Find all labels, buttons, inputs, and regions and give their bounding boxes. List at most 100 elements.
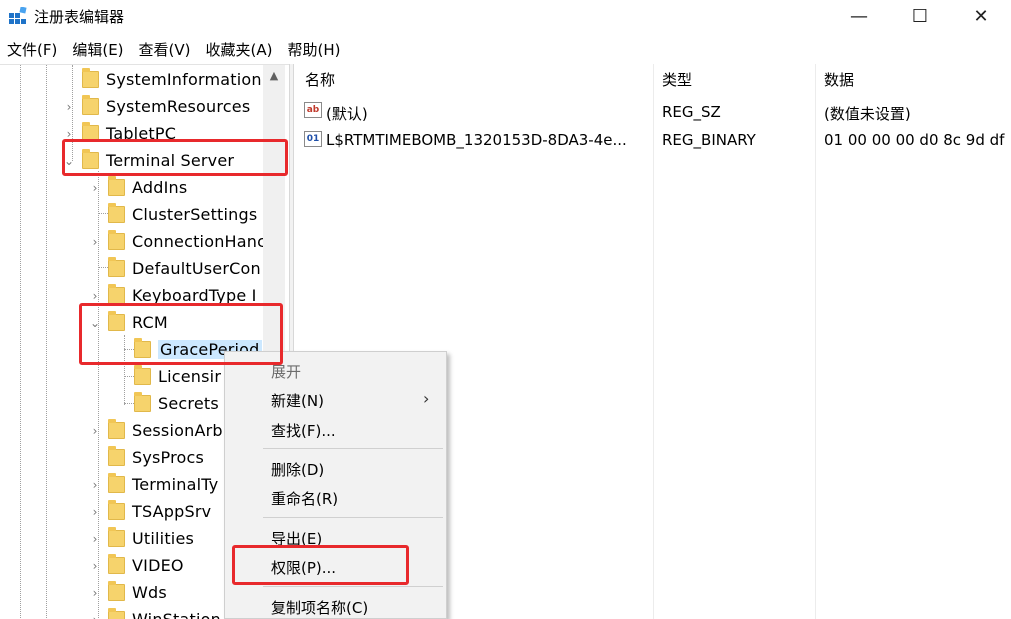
title-bar: 注册表编辑器 — ☐ ✕ — [0, 0, 1011, 34]
binary-value-icon: 01 — [304, 131, 322, 147]
tree-guide-line — [20, 65, 21, 619]
tree-item[interactable]: › Utilities — [88, 525, 194, 552]
tree-item-label: WinStation — [132, 610, 221, 619]
expander-icon[interactable]: › — [88, 424, 102, 438]
column-header-data[interactable]: 数据 — [824, 69, 854, 90]
close-button[interactable]: ✕ — [952, 0, 1010, 32]
folder-icon — [82, 68, 99, 88]
folder-icon — [82, 95, 99, 115]
menu-separator — [263, 586, 443, 587]
menu-file[interactable]: 文件(F) — [0, 36, 65, 62]
folder-icon — [134, 392, 151, 412]
string-value-icon: ab — [304, 102, 322, 118]
tree-item[interactable]: › VIDEO — [88, 552, 184, 579]
tree-item-label: TerminalTy — [132, 475, 219, 494]
menu-help[interactable]: 帮助(H) — [280, 36, 348, 62]
tree-item[interactable]: › SystemResources — [62, 93, 250, 120]
menu-item-new[interactable]: 新建(N) — [271, 390, 324, 411]
expander-icon[interactable]: › — [88, 586, 102, 600]
column-divider[interactable] — [815, 64, 816, 619]
folder-icon — [108, 527, 125, 547]
maximize-button[interactable]: ☐ — [891, 0, 949, 32]
chevron-right-icon: › — [423, 389, 430, 408]
folder-icon — [134, 365, 151, 385]
column-divider[interactable] — [653, 64, 654, 619]
folder-icon — [108, 608, 125, 619]
minimize-button[interactable]: — — [830, 0, 888, 32]
tree-item-label: ConnectionHanc — [132, 232, 267, 251]
tree-item-label: Wds — [132, 583, 167, 602]
menu-edit[interactable]: 编辑(E) — [65, 36, 131, 62]
tree-item-label: SystemInformation — [106, 70, 262, 89]
tree-item-label: SysProcs — [132, 448, 205, 467]
tree-item-label: SessionArb — [132, 421, 223, 440]
expander-icon[interactable]: › — [88, 559, 102, 573]
tree-item[interactable]: SysProcs — [88, 444, 204, 471]
menu-separator — [263, 448, 443, 449]
menu-view[interactable]: 查看(V) — [132, 36, 199, 62]
folder-icon — [108, 446, 125, 466]
value-type: REG_BINARY — [662, 131, 756, 149]
menu-bar: 文件(F) 编辑(E) 查看(V) 收藏夹(A) 帮助(H) — [0, 36, 1011, 62]
tree-item-label: VIDEO — [132, 556, 184, 575]
tree-item-label: Licensir — [158, 367, 222, 386]
value-data: 01 00 00 00 d0 8c 9d df — [824, 131, 1005, 149]
tree-item[interactable]: › AddIns — [88, 174, 187, 201]
folder-icon — [108, 230, 125, 250]
tree-item-label: DefaultUserCon — [132, 259, 261, 278]
menu-item-rename[interactable]: 重命名(R) — [271, 488, 338, 509]
tree-item-label: SystemResources — [106, 97, 251, 116]
tree-item-label: Utilities — [132, 529, 195, 548]
value-name: L$RTMTIMEBOMB_1320153D-8DA3-4e... — [326, 131, 627, 149]
folder-icon — [108, 176, 125, 196]
expander-icon[interactable]: › — [88, 181, 102, 195]
tree-item[interactable]: ClusterSettings — [88, 201, 257, 228]
tree-item-label: ClusterSettings — [132, 205, 258, 224]
tree-item[interactable]: › TerminalTy — [88, 471, 218, 498]
expander-icon[interactable]: › — [88, 478, 102, 492]
tree-item[interactable]: › ConnectionHanc — [88, 228, 266, 255]
menu-separator — [263, 517, 443, 518]
expander-icon[interactable]: › — [88, 289, 102, 303]
folder-icon — [108, 203, 125, 223]
tree-item[interactable]: › Wds — [88, 579, 167, 606]
registry-editor-icon — [9, 7, 27, 24]
folder-icon — [108, 284, 125, 304]
folder-icon — [108, 554, 125, 574]
menu-item-find[interactable]: 查找(F)... — [271, 420, 336, 441]
highlight-box-terminal-server — [62, 139, 288, 176]
expander-icon[interactable]: › — [88, 532, 102, 546]
window-title: 注册表编辑器 — [34, 8, 125, 26]
tree-item[interactable]: SystemInformation — [62, 66, 262, 93]
highlight-box-permissions — [232, 545, 409, 585]
value-type: REG_SZ — [662, 103, 721, 121]
scroll-up-icon[interactable]: ▲ — [263, 69, 285, 82]
folder-icon — [108, 500, 125, 520]
tree-item[interactable]: › WinStation — [88, 606, 221, 619]
folder-icon — [108, 581, 125, 601]
menu-item-delete[interactable]: 删除(D) — [271, 459, 324, 480]
expander-icon[interactable]: › — [88, 235, 102, 249]
folder-icon — [108, 419, 125, 439]
expander-icon[interactable]: › — [88, 613, 102, 619]
tree-item[interactable]: › SessionArb — [88, 417, 223, 444]
tree-item[interactable]: › TSAppSrv — [88, 498, 211, 525]
folder-icon — [108, 473, 125, 493]
tree-item[interactable]: Licensir — [114, 363, 221, 390]
column-header-type[interactable]: 类型 — [662, 69, 692, 90]
menu-favorites[interactable]: 收藏夹(A) — [199, 36, 281, 62]
tree-item-label: Secrets — [158, 394, 219, 413]
expander-icon[interactable]: › — [88, 505, 102, 519]
menu-item-copy-key-name[interactable]: 复制项名称(C) — [271, 597, 368, 618]
column-header-name[interactable]: 名称 — [305, 69, 335, 90]
tree-guide-line — [46, 65, 47, 619]
value-data: (数值未设置) — [824, 105, 911, 123]
tree-item-label: TSAppSrv — [132, 502, 212, 521]
value-name: (默认) — [326, 105, 368, 123]
folder-icon — [108, 257, 125, 277]
tree-item[interactable]: DefaultUserCon — [88, 255, 261, 282]
tree-item[interactable]: Secrets — [114, 390, 219, 417]
tree-item-label: AddIns — [132, 178, 188, 197]
highlight-box-rcm — [79, 303, 283, 365]
expander-icon[interactable]: › — [62, 100, 76, 114]
